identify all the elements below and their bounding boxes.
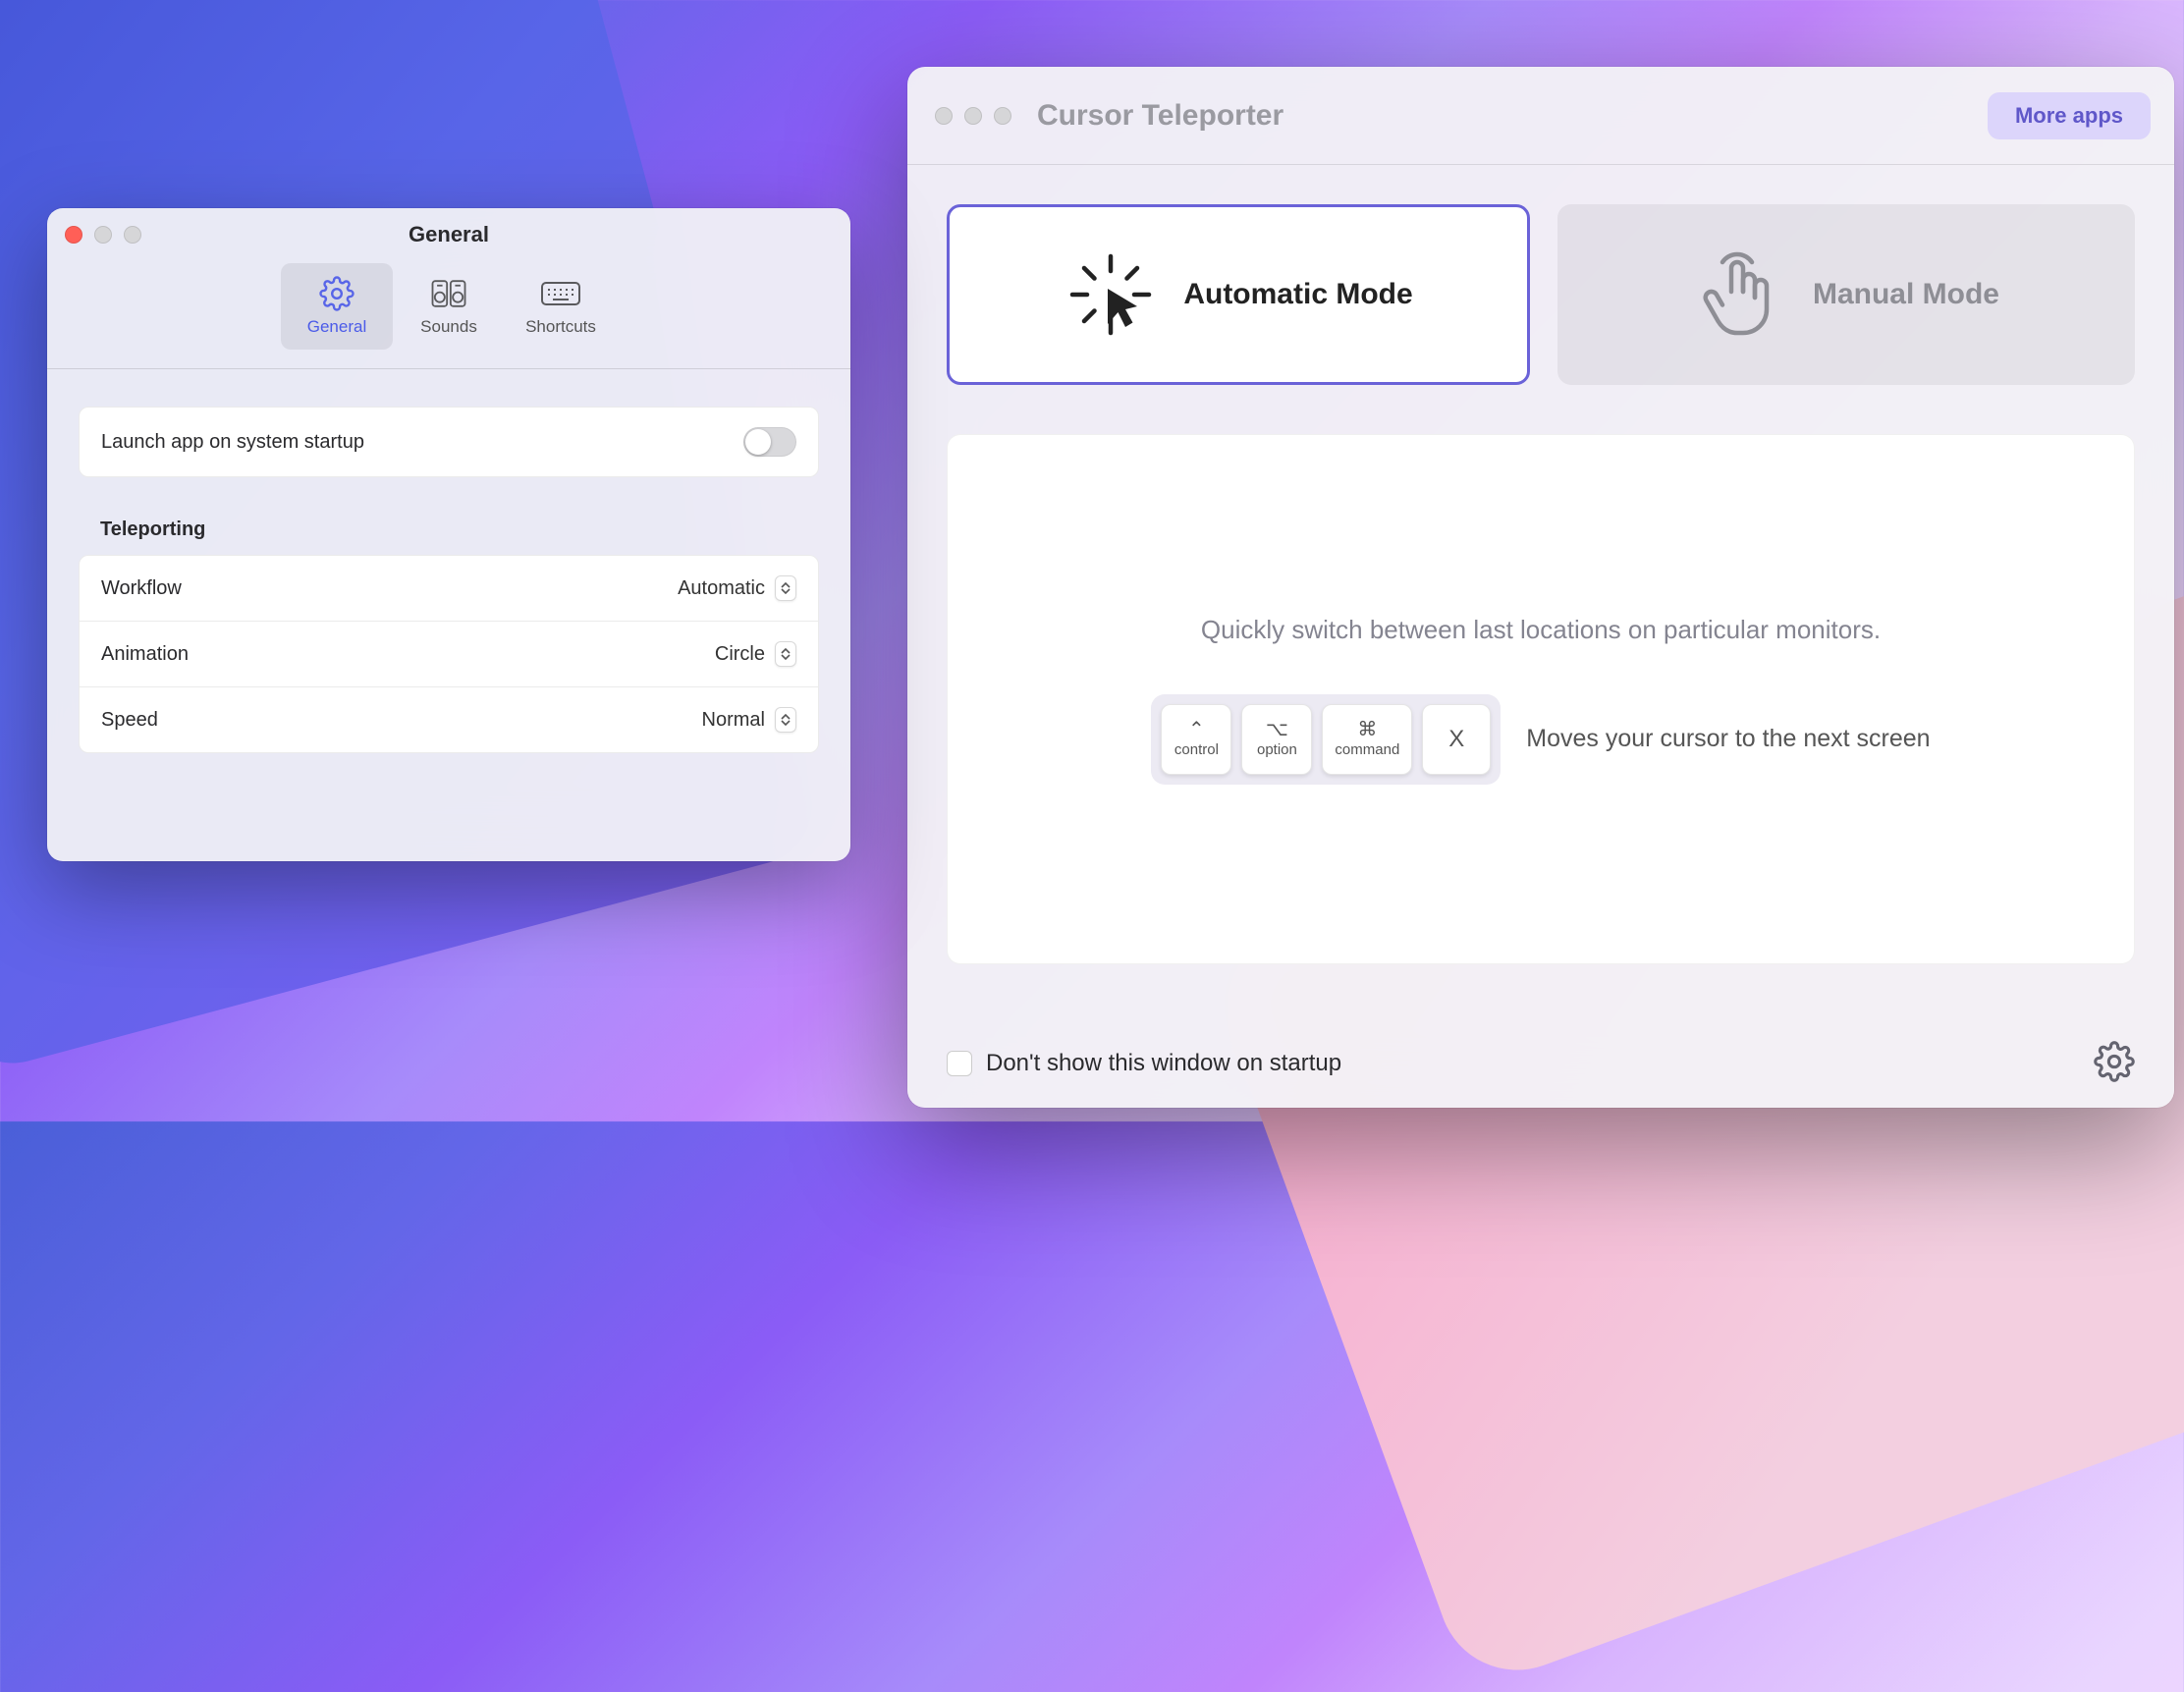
animation-select[interactable]: Circle (715, 641, 796, 667)
keycap-command: ⌘ command (1322, 704, 1412, 775)
dont-show-row: Don't show this window on startup (947, 1050, 1341, 1077)
keycap-control: ⌃ control (1161, 704, 1231, 775)
settings-titlebar: General (47, 208, 850, 261)
keycap-command-symbol: ⌘ (1357, 720, 1377, 739)
keycap-x: X (1422, 704, 1491, 775)
cursor-click-icon (1064, 247, 1158, 342)
workflow-select[interactable]: Automatic (678, 575, 796, 601)
info-text: Quickly switch between last locations on… (1201, 615, 1881, 645)
minimize-window-button[interactable] (964, 107, 982, 125)
info-panel: Quickly switch between last locations on… (947, 434, 2135, 964)
traffic-lights (65, 226, 141, 244)
manual-mode-label: Manual Mode (1813, 278, 1999, 311)
settings-title: General (47, 222, 850, 247)
tab-general[interactable]: General (281, 263, 393, 350)
settings-button[interactable] (2094, 1041, 2135, 1087)
close-window-button[interactable] (65, 226, 82, 244)
keycap-control-symbol: ⌃ (1188, 720, 1205, 739)
teleporting-card: Workflow Automatic Animation Circle (79, 555, 819, 753)
animation-row: Animation Circle (80, 622, 818, 687)
keyboard-icon (539, 276, 582, 311)
speed-select[interactable]: Normal (702, 707, 796, 733)
main-title: Cursor Teleporter (1037, 99, 1283, 133)
workflow-value: Automatic (678, 577, 765, 600)
shortcut-row: ⌃ control ⌥ option ⌘ command X Mov (1151, 694, 1930, 785)
gear-icon (2094, 1041, 2135, 1082)
automatic-mode-label: Automatic Mode (1183, 278, 1412, 311)
animation-label: Animation (101, 643, 189, 666)
manual-mode-card[interactable]: Manual Mode (1557, 204, 2135, 385)
mode-cards: Automatic Mode Manual Mode (947, 204, 2135, 385)
main-titlebar: Cursor Teleporter More apps (907, 67, 2174, 165)
toggle-knob (745, 429, 771, 455)
workflow-label: Workflow (101, 577, 182, 600)
hand-tap-icon (1693, 247, 1787, 342)
keycap-command-label: command (1335, 741, 1399, 758)
dont-show-label: Don't show this window on startup (986, 1050, 1341, 1077)
tab-shortcuts-label: Shortcuts (525, 317, 596, 337)
chevrons-icon (775, 575, 796, 601)
chevrons-icon (775, 707, 796, 733)
keycap-option: ⌥ option (1241, 704, 1312, 775)
gear-icon (315, 276, 358, 311)
tab-shortcuts[interactable]: Shortcuts (505, 263, 617, 350)
zoom-window-button[interactable] (124, 226, 141, 244)
workflow-row: Workflow Automatic (80, 556, 818, 622)
teleporting-header: Teleporting (79, 519, 819, 541)
keycap-group: ⌃ control ⌥ option ⌘ command X (1151, 694, 1501, 785)
settings-toolbar: General Sounds (47, 261, 850, 369)
tab-sounds[interactable]: Sounds (393, 263, 505, 350)
settings-window: General General Sounds (47, 208, 850, 861)
launch-row-card: Launch app on system startup (79, 407, 819, 477)
launch-on-startup-row: Launch app on system startup (80, 408, 818, 476)
dont-show-checkbox[interactable] (947, 1051, 972, 1076)
keycap-option-label: option (1257, 741, 1297, 758)
keycap-control-label: control (1174, 741, 1219, 758)
speed-value: Normal (702, 709, 765, 732)
chevrons-icon (775, 641, 796, 667)
tab-sounds-label: Sounds (420, 317, 477, 337)
shortcut-description: Moves your cursor to the next screen (1526, 725, 1930, 753)
keycap-x-label: X (1448, 726, 1464, 753)
main-body: Automatic Mode Manual Mode Quickly switc… (907, 165, 2174, 1019)
settings-body: Launch app on system startup Teleporting… (47, 369, 850, 753)
more-apps-label: More apps (2015, 103, 2123, 129)
main-window: Cursor Teleporter More apps Automatic Mo… (907, 67, 2174, 1108)
automatic-mode-card[interactable]: Automatic Mode (947, 204, 1530, 385)
zoom-window-button[interactable] (994, 107, 1011, 125)
animation-value: Circle (715, 643, 765, 666)
keycap-option-symbol: ⌥ (1266, 720, 1288, 739)
sounds-icon (427, 276, 470, 311)
more-apps-button[interactable]: More apps (1988, 92, 2151, 139)
tab-general-label: General (307, 317, 366, 337)
minimize-window-button[interactable] (94, 226, 112, 244)
main-footer: Don't show this window on startup (907, 1019, 2174, 1108)
speed-row: Speed Normal (80, 687, 818, 752)
close-window-button[interactable] (935, 107, 953, 125)
traffic-lights (935, 107, 1011, 125)
launch-label: Launch app on system startup (101, 431, 364, 454)
speed-label: Speed (101, 709, 158, 732)
launch-toggle[interactable] (743, 427, 796, 457)
